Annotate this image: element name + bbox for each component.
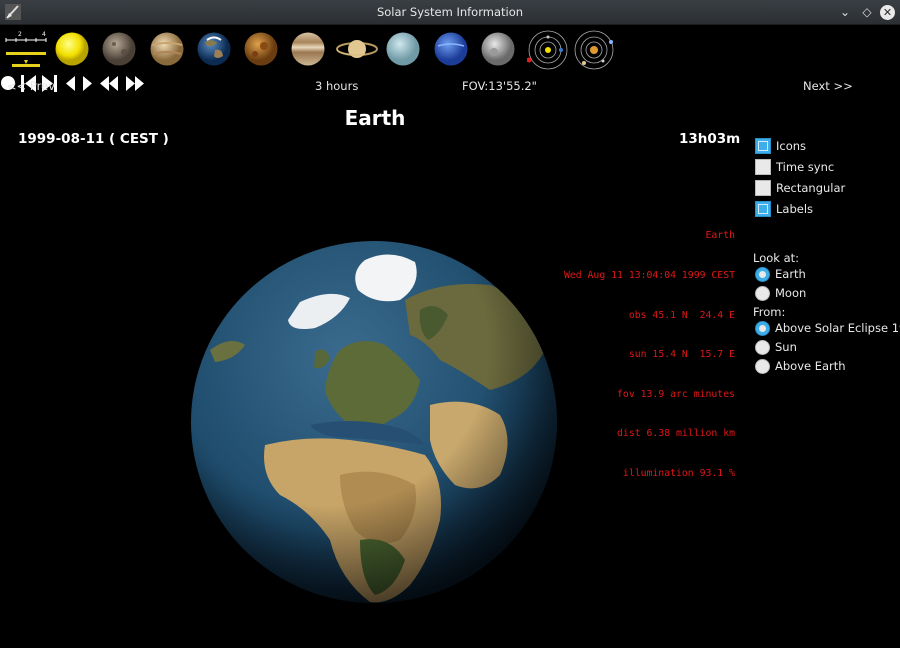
radio-label: Above Solar Eclipse 1999 — [775, 321, 900, 335]
radio-label: Moon — [775, 286, 807, 300]
maximize-button[interactable]: ◇ — [858, 3, 876, 21]
step-back-icon[interactable] — [63, 74, 77, 94]
checkbox-box[interactable] — [755, 201, 771, 217]
outer-orbits-icon[interactable] — [573, 29, 615, 71]
chevron-down-icon: ⌄ — [839, 5, 851, 19]
checkbox-box[interactable] — [755, 180, 771, 196]
checkbox-box[interactable] — [755, 138, 771, 154]
fov-label: FOV:13'55.2" — [462, 79, 537, 93]
neptune-icon[interactable] — [434, 32, 468, 66]
from-heading: From: — [753, 305, 786, 319]
uranus-icon[interactable] — [386, 32, 420, 66]
close-button[interactable]: ✕ — [880, 5, 895, 20]
fast-forward-icon[interactable] — [124, 74, 146, 94]
scale-tick-label: 2 — [18, 31, 22, 38]
earth-icon[interactable] — [197, 32, 231, 66]
pluto-icon[interactable] — [481, 32, 515, 66]
window-titlebar: Solar System Information ⌄ ◇ ✕ — [0, 0, 900, 25]
checkbox-label: Labels — [776, 202, 814, 216]
radio-dot[interactable] — [755, 267, 770, 282]
checkbox-box[interactable] — [755, 159, 771, 175]
venus-icon[interactable] — [150, 32, 184, 66]
time-step-label: 3 hours — [315, 79, 359, 93]
inner-orbits-icon[interactable] — [527, 29, 569, 71]
step-forward-icon[interactable] — [81, 74, 95, 94]
time-label: 13h03m — [679, 131, 741, 147]
look-at-heading: Look at: — [753, 251, 800, 265]
mercury-icon[interactable] — [102, 32, 136, 66]
scale-tick-label: 4 — [42, 31, 46, 38]
minimize-button[interactable]: ⌄ — [836, 3, 854, 21]
info-line: obs 45.1 N 24.4 E — [628, 309, 735, 321]
time-controls: << Prev 3 hours FOV:13'55.2" Next >> — [0, 74, 900, 96]
checkbox-label: Rectangular — [776, 181, 846, 195]
saturn-icon[interactable] — [336, 32, 378, 66]
date-label: 1999-08-11 ( CEST ) — [18, 131, 169, 147]
checkbox-label: Time sync — [776, 160, 835, 174]
info-readout: Earth Wed Aug 11 13:04:04 1999 CEST obs … — [564, 203, 735, 493]
page-title: Earth — [344, 106, 406, 130]
info-line: fov 13.9 arc minutes — [617, 388, 735, 400]
radio-dot[interactable] — [755, 321, 770, 336]
prev-link[interactable]: << Prev — [7, 79, 55, 93]
info-line: Earth — [705, 230, 736, 242]
info-line: Wed Aug 11 13:04:04 1999 CEST — [563, 270, 735, 282]
radio-label: Earth — [775, 267, 806, 281]
diamond-icon: ◇ — [862, 5, 872, 19]
scale-slider-icon[interactable]: 2 4 — [2, 30, 48, 72]
radio-label: Above Earth — [775, 359, 846, 373]
info-line: illumination 93.1 % — [622, 468, 735, 480]
radio-dot[interactable] — [755, 359, 770, 374]
radio-dot[interactable] — [755, 286, 770, 301]
jupiter-icon[interactable] — [291, 32, 325, 66]
radio-dot[interactable] — [755, 340, 770, 355]
next-link[interactable]: Next >> — [803, 79, 853, 93]
sun-icon[interactable] — [55, 32, 89, 66]
window-title: Solar System Information — [376, 5, 524, 19]
earth-globe-view[interactable] — [190, 240, 558, 604]
mars-icon[interactable] — [244, 32, 278, 66]
info-line: sun 15.4 N 15.7 E — [628, 349, 735, 361]
info-line: dist 6.38 million km — [617, 428, 735, 440]
close-icon: ✕ — [882, 6, 893, 19]
radio-label: Sun — [775, 340, 797, 354]
rewind-icon[interactable] — [98, 74, 120, 94]
checkbox-label: Icons — [776, 139, 807, 153]
